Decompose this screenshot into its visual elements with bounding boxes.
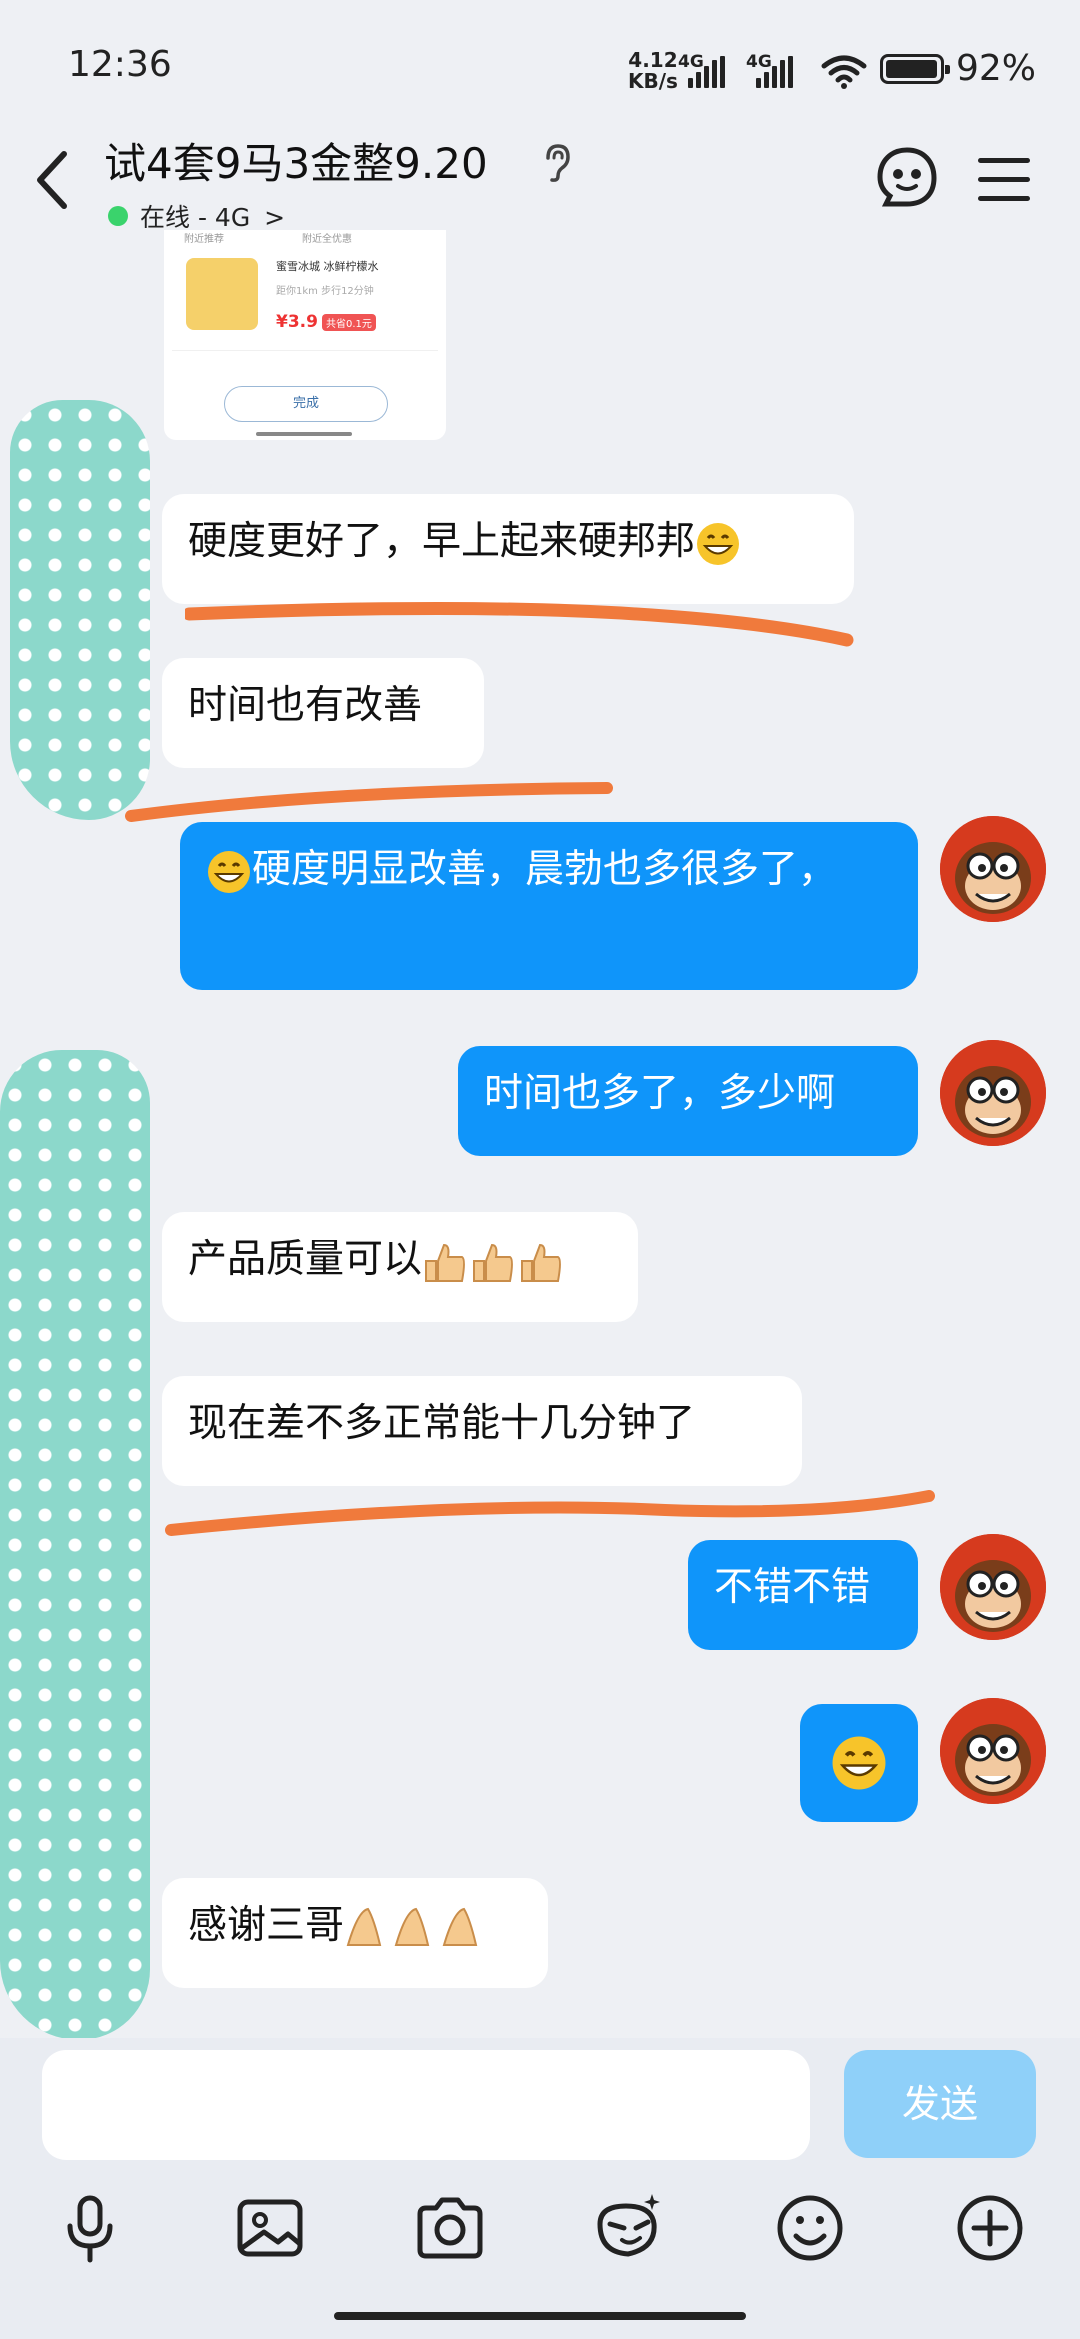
grin-emoji — [697, 522, 740, 565]
thumbnail-header: 附近推荐 — [184, 234, 224, 245]
chat-title[interactable]: 试4套9马3金整9.20 — [104, 130, 488, 191]
grin-emoji — [208, 850, 250, 893]
microphone-icon[interactable] — [52, 2190, 128, 2266]
dotted-redaction-strip — [0, 1050, 150, 2040]
annotation-underline — [125, 782, 613, 822]
sticker-icon[interactable] — [592, 2190, 668, 2266]
message-text: 感谢三哥 — [188, 1903, 345, 1948]
chevron-right-icon: > — [264, 203, 286, 232]
thumbnail-price: ¥3.9 — [276, 312, 318, 332]
monkey-avatar-icon — [940, 1534, 1046, 1640]
message-bubble-incoming[interactable]: 现在差不多正常能十几分钟了 — [162, 1376, 802, 1486]
avatar[interactable] — [940, 1698, 1046, 1804]
message-text: 时间也多了，多少啊 — [484, 1071, 836, 1116]
message-text: 现在差不多正常能十几分钟了 — [188, 1401, 696, 1446]
monkey-avatar-icon — [940, 1698, 1046, 1804]
message-bubble-outgoing[interactable]: 不错不错 — [688, 1540, 918, 1650]
battery-percent: 92% — [956, 48, 1037, 89]
network-speed-value: 4.12 — [628, 48, 678, 72]
avatar[interactable] — [940, 816, 1046, 922]
back-arrow-icon[interactable] — [30, 148, 74, 212]
thumbnail-saving: 共省0.1元 — [322, 314, 376, 331]
cell-signal-icon-2: 4G — [746, 52, 798, 88]
battery-icon — [880, 54, 950, 84]
online-status-text: 在线 - 4G — [140, 203, 251, 232]
message-bubble-outgoing[interactable]: 时间也多了，多少啊 — [458, 1046, 918, 1156]
network-speed: 4.12 KB/s — [628, 50, 678, 92]
folded-hands-emoji — [346, 1907, 478, 1946]
monkey-avatar-icon — [940, 816, 1046, 922]
menu-icon[interactable] — [978, 158, 1030, 215]
message-bubble-incoming[interactable]: 时间也有改善 — [162, 658, 484, 768]
annotation-underline — [185, 601, 854, 647]
online-status-dot — [108, 206, 128, 226]
message-input[interactable] — [42, 2050, 810, 2160]
cell-signal-icon: 4G — [678, 52, 730, 88]
message-bubble-outgoing[interactable]: 硬度明显改善，晨勃也多很多了， — [180, 822, 918, 990]
send-button[interactable]: 发送 — [844, 2050, 1036, 2158]
wifi-icon — [821, 55, 867, 89]
grin-emoji — [832, 1736, 886, 1790]
smiley-icon[interactable] — [772, 2190, 848, 2266]
drink-image — [186, 258, 258, 330]
message-bubble-outgoing[interactable] — [800, 1704, 918, 1822]
message-text: 产品质量可以 — [188, 1237, 423, 1282]
thumbnail-distance: 距你1km 步行12分钟 — [276, 286, 374, 297]
thumbnail-done-button: 完成 — [224, 386, 388, 422]
dotted-redaction-strip — [10, 400, 150, 820]
message-text: 硬度明显改善，晨勃也多很多了， — [252, 847, 838, 892]
avatar[interactable] — [940, 1040, 1046, 1146]
message-text: 不错不错 — [714, 1565, 871, 1610]
network-speed-unit: KB/s — [628, 69, 678, 93]
message-bubble-incoming[interactable]: 产品质量可以 — [162, 1212, 638, 1322]
thumbnail-shop: 蜜雪冰城 冰鲜柠檬水 — [276, 260, 379, 273]
status-time: 12:36 — [68, 44, 172, 85]
thumbnail-header-right: 附近全优惠 — [302, 234, 352, 245]
thumbs-up-emoji — [425, 1243, 562, 1282]
online-status[interactable]: 在线 - 4G > — [140, 198, 285, 234]
message-bubble-incoming[interactable]: 感谢三哥 — [162, 1878, 548, 1988]
plus-icon[interactable] — [952, 2190, 1028, 2266]
robot-face-icon[interactable] — [876, 146, 938, 208]
message-text: 时间也有改善 — [188, 683, 423, 728]
monkey-avatar-icon — [940, 1040, 1046, 1146]
annotation-underline — [165, 1490, 935, 1536]
message-text: 硬度更好了，早上起来硬邦邦 — [188, 519, 696, 564]
camera-icon[interactable] — [412, 2190, 488, 2266]
avatar[interactable] — [940, 1534, 1046, 1640]
shared-screenshot-thumbnail[interactable]: 附近推荐 附近全优惠 蜜雪冰城 冰鲜柠檬水 距你1km 步行12分钟 ¥3.9 … — [164, 230, 446, 440]
image-icon[interactable] — [232, 2190, 308, 2266]
home-indicator[interactable] — [334, 2312, 746, 2320]
thumbnail-home-handle — [256, 432, 352, 436]
ear-icon[interactable] — [540, 142, 574, 184]
message-bubble-incoming[interactable]: 硬度更好了，早上起来硬邦邦 — [162, 494, 854, 604]
